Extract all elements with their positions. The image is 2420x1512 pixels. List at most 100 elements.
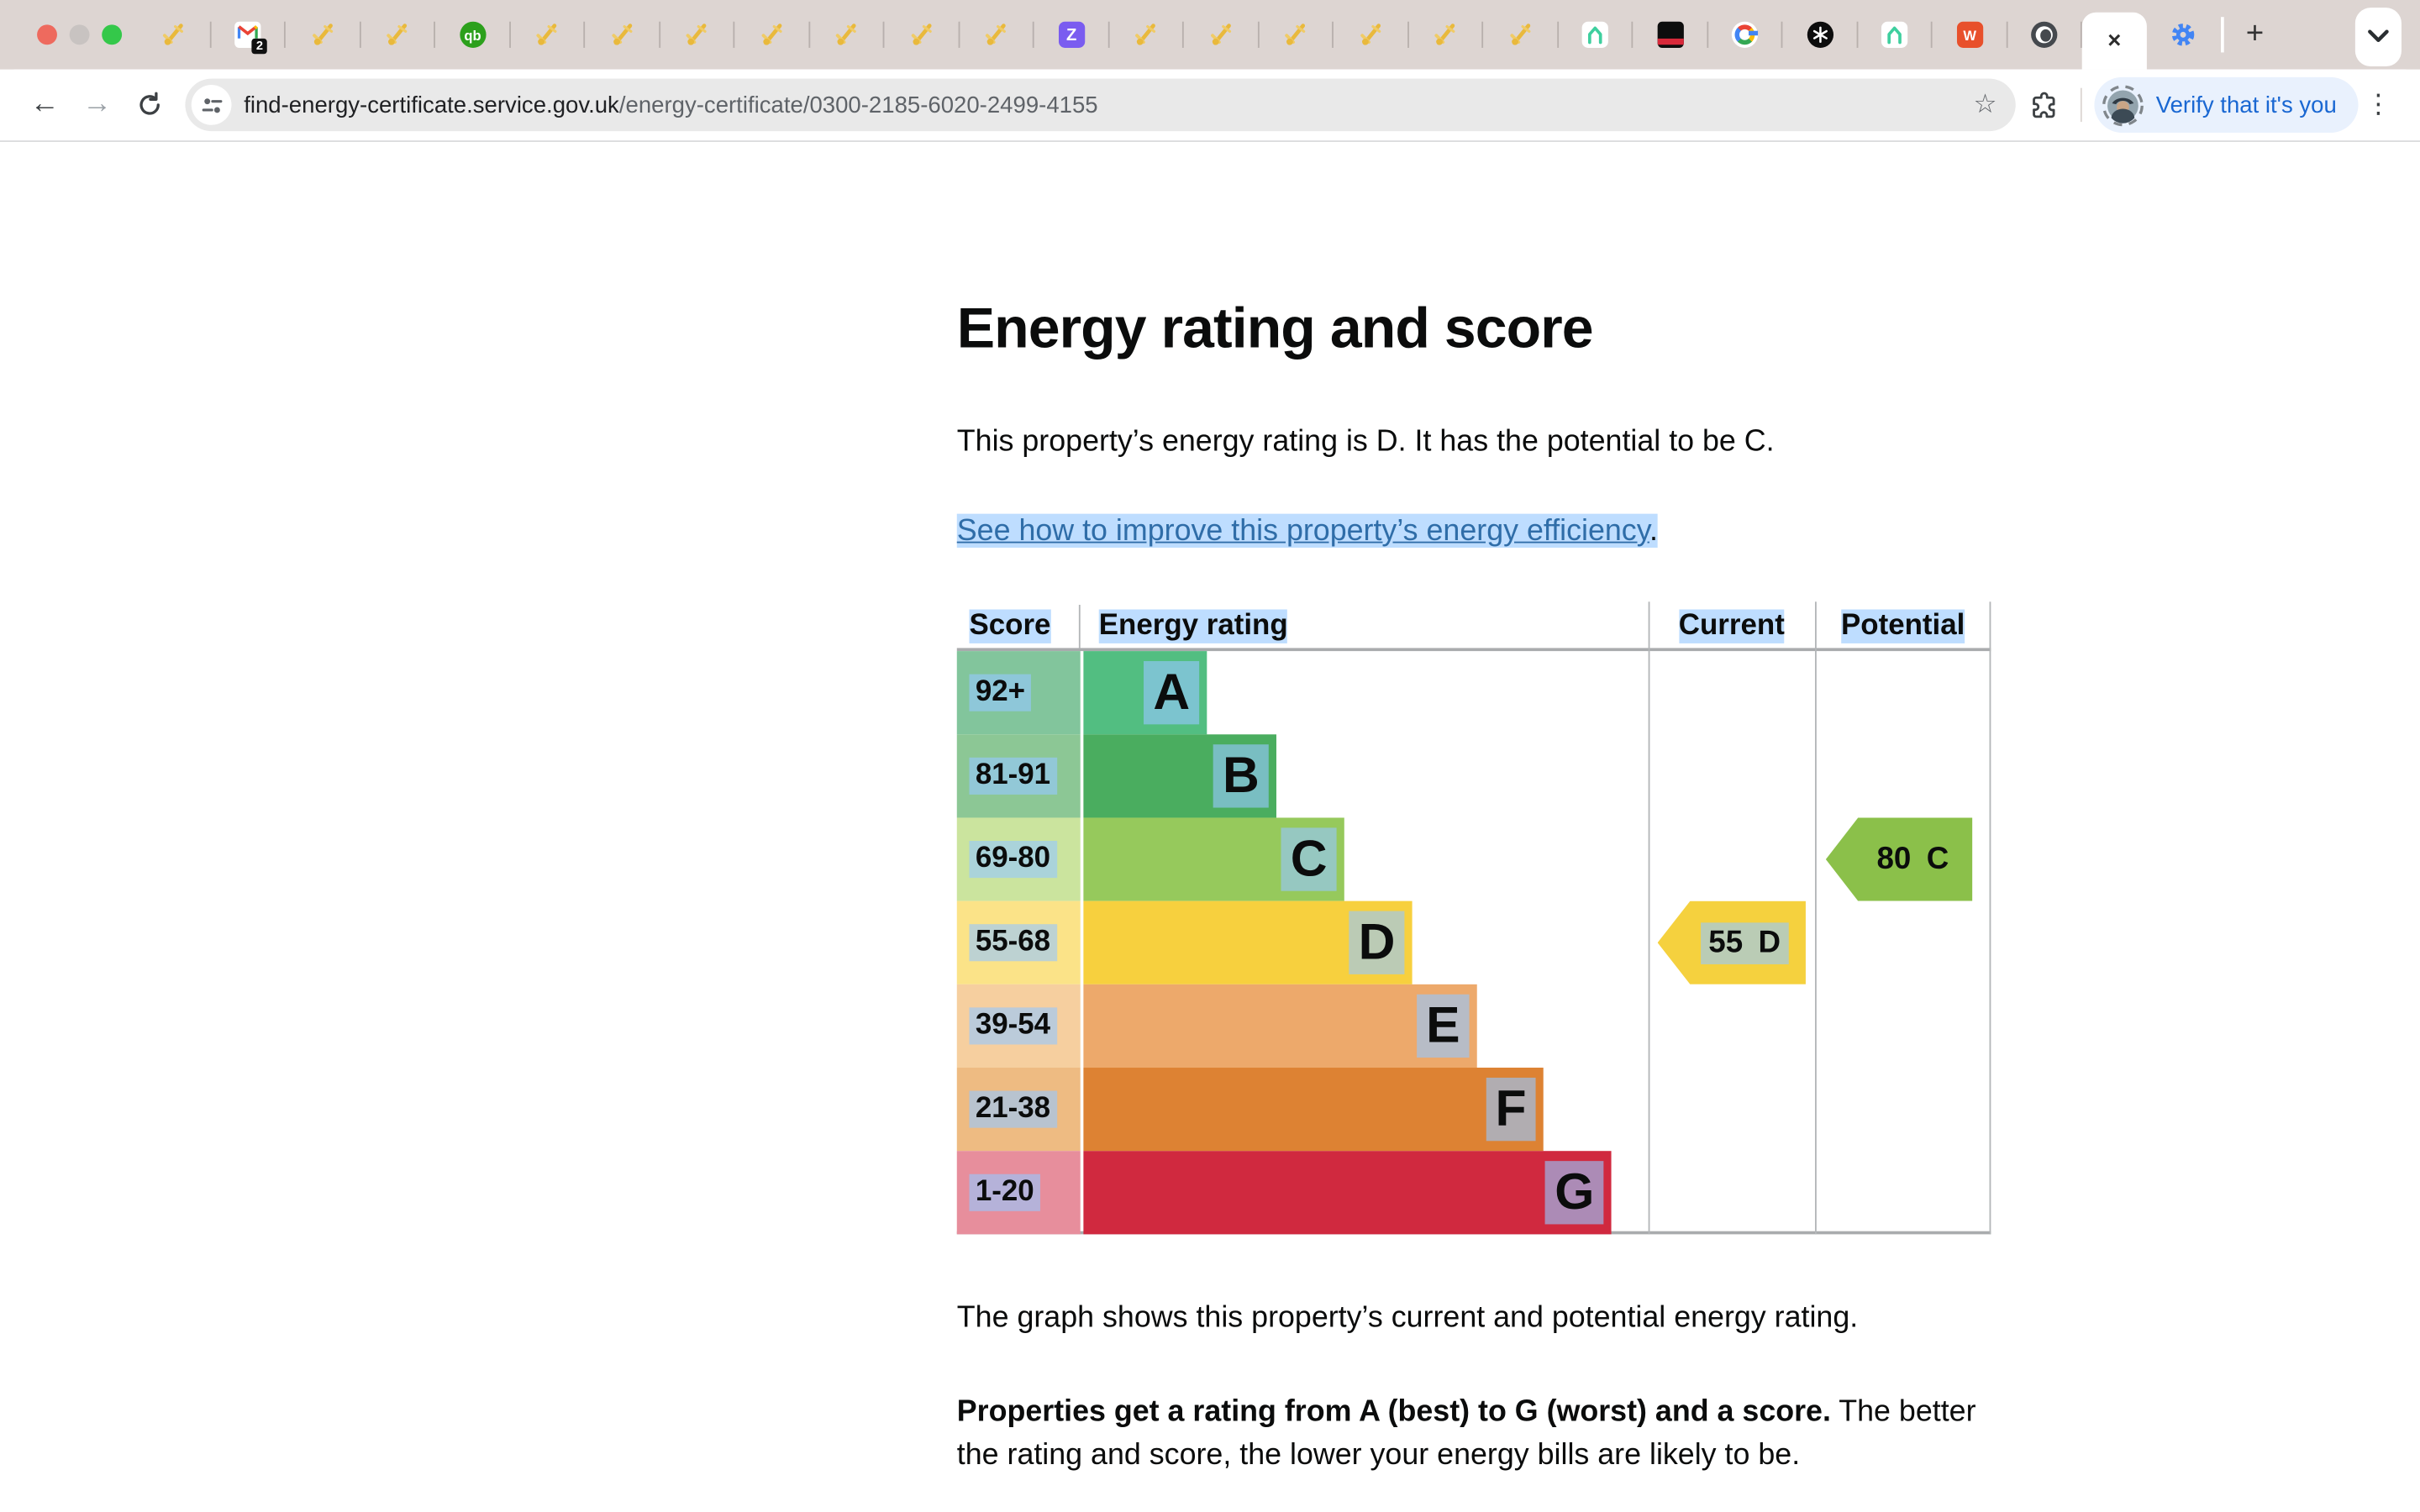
score-cell-f: 21-38 (957, 1068, 1081, 1151)
pinned-tab-doodle[interactable] (960, 0, 1034, 70)
site-settings-icon (200, 93, 224, 117)
col-header-energy-rating: Energy rating (1081, 605, 1649, 648)
pinned-tab-z[interactable]: Z (1034, 0, 1109, 70)
url-text[interactable]: find-energy-certificate.service.gov.uk/e… (244, 92, 1097, 118)
kebab-icon: ⋮ (2365, 90, 2391, 121)
doodle-favicon-icon (983, 22, 1009, 48)
rating-band-d: D (1083, 901, 1412, 984)
rating-explainer: Properties get a rating from A (best) to… (957, 1392, 1997, 1477)
reload-button[interactable] (124, 79, 176, 131)
epc-header-row: Score Energy rating Current Potential (957, 605, 1991, 651)
new-tab-button[interactable]: + (2227, 0, 2282, 70)
profile-verify-button[interactable]: Verify that it's you (2094, 77, 2358, 133)
blackred-favicon-icon (1657, 22, 1683, 48)
doodle-favicon-icon (534, 22, 560, 48)
pinned-tab-doodle[interactable] (360, 0, 435, 70)
extensions-button[interactable] (2022, 90, 2068, 119)
band-letter: E (1417, 995, 1469, 1058)
bookmark-button[interactable]: ☆ (1970, 90, 2000, 121)
window-minimize-button[interactable] (70, 24, 90, 45)
pinned-tab-house[interactable] (1558, 0, 1633, 70)
doodle-favicon-icon (1507, 22, 1534, 48)
page-content: Energy rating and score This property’s … (0, 142, 2420, 1512)
epc-band-row-g: 1-20 G (957, 1151, 1991, 1234)
omnibox[interactable]: find-energy-certificate.service.gov.uk/e… (185, 79, 2015, 131)
col-header-current: Current (1649, 605, 1815, 648)
pinned-tab-doodle[interactable] (1483, 0, 1558, 70)
verify-button-label: Verify that it's you (2156, 92, 2337, 118)
score-range-label: 39-54 (969, 1007, 1056, 1044)
pinned-tab-doodle[interactable] (286, 0, 360, 70)
doodle-favicon-icon (1134, 22, 1160, 48)
toolbar-divider (2081, 88, 2082, 122)
current-rating-arrow-label: 55 D (1701, 921, 1788, 963)
pinned-tab-doodle[interactable] (136, 0, 211, 70)
pinned-tab-qb[interactable]: qb (435, 0, 510, 70)
tab-strip-divider (2221, 17, 2224, 52)
rating-band-e: E (1083, 984, 1476, 1068)
current-column-border (1649, 601, 1650, 1234)
url-path: /energy-certificate/0300-2185-6020-2499-… (619, 92, 1098, 118)
house-favicon-icon (1582, 22, 1608, 48)
window-zoom-button[interactable] (102, 24, 122, 45)
pinned-tab-doodle[interactable] (1334, 0, 1408, 70)
tab-search-button[interactable] (2355, 7, 2402, 66)
pinned-tab-wistia[interactable]: W (1933, 0, 2007, 70)
pinned-tab-house[interactable] (1858, 0, 1933, 70)
browser-window: 2 qb Z W × + ← → (0, 0, 2420, 1512)
forward-button[interactable]: → (71, 79, 123, 131)
rating-band-f: F (1083, 1068, 1543, 1151)
active-tab[interactable]: × (2082, 13, 2147, 70)
pinned-tab-doodle[interactable] (510, 0, 585, 70)
tab-settings[interactable] (2147, 0, 2217, 70)
pinned-tab-doodle[interactable] (1408, 0, 1483, 70)
pinned-tab-doodle[interactable] (1184, 0, 1259, 70)
improve-efficiency-link[interactable]: See how to improve this property’s energ… (957, 514, 1649, 548)
score-range-label: 81-91 (969, 758, 1056, 795)
browser-menu-button[interactable]: ⋮ (2359, 90, 2399, 121)
pinned-tab-gmail[interactable]: 2 (211, 0, 286, 70)
col-header-potential: Potential (1815, 605, 1991, 648)
rating-band-c: C (1083, 817, 1344, 900)
graph-caption: The graph shows this property’s current … (957, 1300, 1858, 1336)
pinned-tab-doodle[interactable] (734, 0, 809, 70)
score-cell-c: 69-80 (957, 817, 1081, 900)
chromeball-favicon-icon (2032, 22, 2058, 48)
doodle-favicon-icon (908, 22, 934, 48)
doodle-favicon-icon (609, 22, 635, 48)
score-cell-g: 1-20 (957, 1151, 1081, 1234)
pinned-tab-doodle[interactable] (660, 0, 734, 70)
pinned-tab-doodle[interactable] (809, 0, 884, 70)
pinned-tab-google[interactable] (1707, 0, 1782, 70)
doodle-favicon-icon (385, 22, 411, 48)
chatgpt-favicon-icon (1807, 22, 1833, 48)
site-info-button[interactable] (192, 85, 232, 125)
col-header-score: Score (957, 605, 1081, 648)
pinned-tab-chromeball[interactable] (2007, 0, 2082, 70)
chevron-down-icon (2368, 29, 2390, 44)
rating-band-g: G (1083, 1151, 1611, 1234)
window-close-button[interactable] (37, 24, 57, 45)
pinned-tab-doodle[interactable] (1259, 0, 1334, 70)
back-button[interactable]: ← (18, 79, 71, 131)
close-tab-icon[interactable]: × (2107, 28, 2121, 54)
pinned-tab-doodle[interactable] (585, 0, 660, 70)
score-range-label: 21-38 (969, 1091, 1056, 1128)
pinned-tab-doodle[interactable] (1109, 0, 1184, 70)
selection-highlight: See how to improve this property’s energ… (957, 514, 1658, 548)
pinned-tabs-container: 2 qb Z W (136, 0, 2082, 70)
wistia-favicon-icon: W (1957, 22, 1983, 48)
pinned-tab-doodle[interactable] (884, 0, 959, 70)
potential-rating-arrow-label: 80 C (1869, 838, 1956, 880)
intro-paragraph: This property’s energy rating is D. It h… (957, 424, 1775, 459)
reload-icon (136, 91, 164, 118)
gmail-favicon-icon: 2 (235, 22, 261, 48)
z-favicon-icon: Z (1059, 22, 1085, 48)
screenshot-viewport: 2 qb Z W × + ← → (0, 0, 2420, 1512)
pinned-tab-blackred[interactable] (1633, 0, 1707, 70)
pinned-tab-chatgpt[interactable] (1782, 0, 1857, 70)
band-letter: G (1545, 1161, 1603, 1224)
qb-favicon-icon: qb (460, 22, 486, 48)
epc-body: 92+A81-91B69-80C55-68D39-54E21-38F1-20G5… (957, 651, 1991, 1234)
rating-band-a: A (1083, 651, 1207, 734)
